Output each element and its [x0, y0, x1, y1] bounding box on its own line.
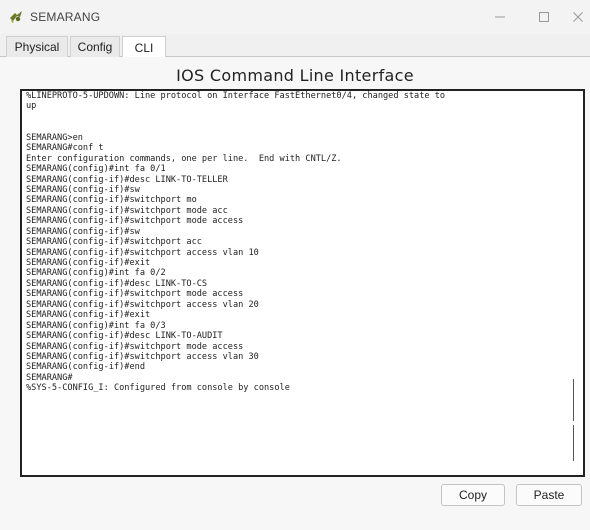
tab-cli[interactable]: CLI [122, 36, 166, 58]
terminal-line: Enter configuration commands, one per li… [26, 153, 342, 164]
terminal-line: SEMARANG(config-if)#end [26, 362, 145, 373]
terminal-line: %LINEPROTO-5-UPDOWN: Line protocol on In… [26, 91, 446, 101]
terminal-line: SEMARANG(config)#int fa 0/1 [26, 164, 166, 175]
terminal-line: SEMARANG(config-if)#sw [26, 184, 140, 195]
terminal-line: SEMARANG(config-if)#desc LINK-TO-AUDIT [26, 331, 223, 342]
close-button[interactable] [556, 0, 590, 34]
terminal-line: SEMARANG>en [26, 132, 83, 143]
terminal-line: SEMARANG(config)#int fa 0/3 [26, 320, 166, 331]
tab-config[interactable]: Config [70, 36, 120, 57]
terminal-line: SEMARANG# [26, 372, 73, 383]
maximize-icon [539, 12, 549, 22]
terminal-line: SEMARANG(config-if)#switchport mo [26, 195, 197, 206]
terminal-line: SEMARANG(config-if)#switchport mode acce… [26, 289, 244, 300]
tab-physical[interactable]: Physical [6, 36, 68, 57]
terminal-line: SEMARANG(config-if)#switchport acc [26, 237, 202, 248]
terminal-line: SEMARANG(config-if)#exit [26, 258, 151, 268]
scrollbar[interactable] [565, 91, 583, 475]
terminal-line: SEMARANG(config-if)#sw [26, 226, 140, 237]
terminal-line: SEMARANG(config-if)#switchport access vl… [26, 247, 259, 258]
terminal-output: %LINEPROTO-5-UPDOWN: Line protocol on In… [26, 91, 566, 394]
scrollbar-thumb-lower[interactable] [573, 425, 574, 461]
copy-button[interactable]: Copy [441, 484, 505, 506]
page-title: IOS Command Line Interface [176, 66, 414, 85]
cli-terminal[interactable]: %LINEPROTO-5-UPDOWN: Line protocol on In… [20, 89, 585, 477]
title-bar[interactable]: SEMARANG [0, 0, 590, 34]
terminal-line: SEMARANG(config-if)#switchport mode acce… [26, 341, 244, 352]
scrollbar-thumb[interactable] [573, 379, 574, 421]
close-icon [573, 12, 583, 22]
cli-window: SEMARANG Physical Config CLI IOS Command… [0, 0, 590, 530]
terminal-line: SEMARANG(config-if)#switchport mode acc [26, 205, 228, 216]
terminal-line: SEMARANG(config-if)#exit [26, 310, 151, 321]
packet-tracer-router-icon [10, 11, 22, 23]
terminal-line: SEMARANG(config-if)#desc LINK-TO-TELLER [26, 174, 228, 185]
terminal-line: up [26, 101, 37, 112]
minimize-button[interactable] [478, 0, 522, 34]
tab-bar: Physical Config CLI [0, 36, 590, 58]
terminal-line: %SYS-5-CONFIG_I: Configured from console… [26, 383, 290, 394]
minimize-icon [495, 16, 505, 18]
terminal-line: SEMARANG(config)#int fa 0/2 [26, 268, 166, 279]
terminal-line: SEMARANG(config-if)#switchport access vl… [26, 351, 259, 362]
terminal-line: SEMARANG(config-if)#desc LINK-TO-CS [26, 278, 208, 289]
terminal-line: SEMARANG(config-if)#switchport mode acce… [26, 216, 244, 227]
terminal-line: SEMARANG#conf t [26, 143, 104, 154]
window-title: SEMARANG [30, 10, 101, 24]
paste-button[interactable]: Paste [516, 484, 582, 506]
terminal-line: SEMARANG(config-if)#switchport access vl… [26, 299, 259, 310]
